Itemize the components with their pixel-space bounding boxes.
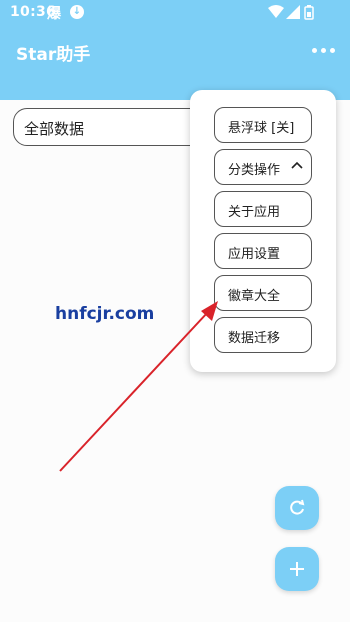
download-icon: ↓ [70, 5, 84, 19]
more-dots-icon [312, 48, 317, 53]
menu-item-floating-ball[interactable]: 悬浮球 [关] [214, 107, 312, 143]
battery-icon [304, 5, 314, 20]
refresh-icon [290, 499, 305, 515]
add-button[interactable] [275, 547, 319, 591]
menu-item-label: 分类操作 [228, 163, 281, 178]
chevron-up-icon [291, 161, 303, 169]
menu-item-badges[interactable]: 徽章大全 [214, 275, 312, 311]
status-bar: 10:36 爆 ↓ [0, 0, 350, 26]
menu-item-about[interactable]: 关于应用 [214, 191, 312, 227]
menu-item-label: 数据迁移 [228, 331, 281, 346]
menu-item-label: 应用设置 [228, 247, 281, 262]
menu-item-settings[interactable]: 应用设置 [214, 233, 312, 269]
status-icons [268, 5, 328, 21]
popup-menu: 悬浮球 [关] 分类操作 关于应用 应用设置 徽章大全 数据迁移 [190, 90, 336, 372]
filter-label: 全部数据 [24, 120, 85, 138]
watermark: hnfcjr.com [55, 304, 155, 324]
menu-item-label: 关于应用 [228, 205, 281, 220]
menu-item-category-ops[interactable]: 分类操作 [214, 149, 312, 185]
plus-icon [290, 562, 304, 576]
more-options-button[interactable] [310, 40, 340, 62]
signal-icon [286, 5, 300, 19]
app-title: Star助手 [16, 45, 91, 65]
menu-item-data-migration[interactable]: 数据迁移 [214, 317, 312, 353]
app-header: 10:36 爆 ↓ Star助手 [0, 0, 350, 100]
status-app-badge: 爆 [47, 6, 61, 22]
more-dots-icon [321, 48, 326, 53]
more-dots-icon [330, 48, 335, 53]
refresh-button[interactable] [275, 486, 319, 530]
wifi-icon [268, 5, 284, 18]
menu-item-label: 徽章大全 [228, 289, 281, 304]
menu-item-label: 悬浮球 [关] [228, 121, 295, 136]
